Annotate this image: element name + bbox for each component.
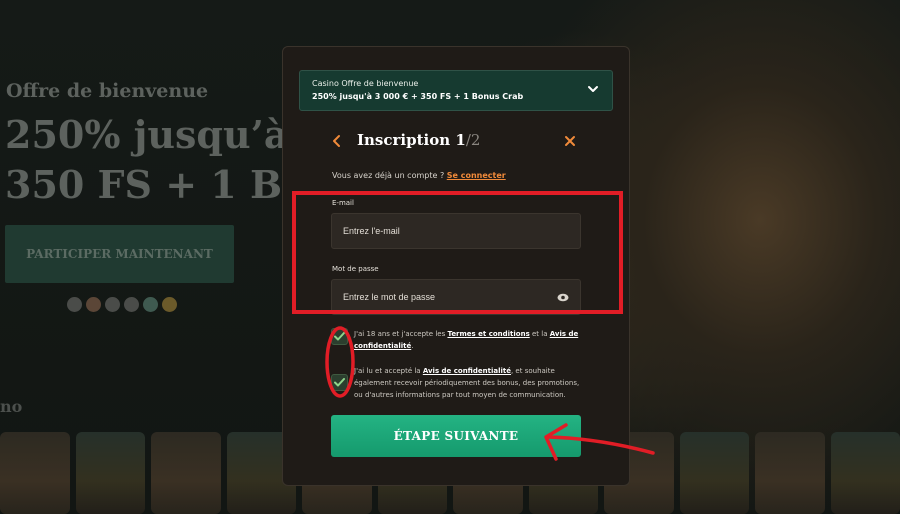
terms-text-part: et la bbox=[529, 330, 550, 338]
hero-subtitle: Offre de bienvenue bbox=[6, 80, 209, 102]
ethereum-icon bbox=[124, 297, 139, 312]
hero-title: 250% jusqu’à 3 350 FS + 1 Bon bbox=[5, 110, 295, 210]
participate-button[interactable]: PARTICIPER MAINTENANT bbox=[5, 225, 234, 283]
marketing-text: J'ai lu et accepté la Avis de confidenti… bbox=[354, 365, 586, 401]
payment-icons bbox=[67, 297, 177, 312]
mastercard-icon bbox=[86, 297, 101, 312]
chevron-down-icon[interactable] bbox=[586, 82, 600, 96]
visa-icon bbox=[67, 297, 82, 312]
game-tile[interactable] bbox=[679, 432, 749, 514]
game-tile[interactable] bbox=[75, 432, 145, 514]
tether-icon bbox=[143, 297, 158, 312]
marketing-checkbox[interactable] bbox=[331, 374, 348, 391]
form-title: Inscription 1/2 bbox=[357, 131, 480, 149]
terms-checkbox[interactable] bbox=[331, 328, 348, 345]
login-prompt: Vous avez déjà un compte ? Se connecter bbox=[332, 171, 506, 180]
checkmark-icon bbox=[334, 378, 345, 387]
coin-icon bbox=[162, 297, 177, 312]
section-label: no bbox=[0, 397, 23, 416]
terms-text-part: J'ai 18 ans et j'accepte les bbox=[354, 330, 448, 338]
terms-consent-row: J'ai 18 ans et j'accepte les Termes et c… bbox=[331, 328, 586, 352]
marketing-text-part: J'ai lu et accepté la bbox=[354, 367, 423, 375]
email-label: E-mail bbox=[332, 199, 354, 207]
terms-text-part: . bbox=[411, 342, 414, 350]
close-icon[interactable] bbox=[563, 134, 577, 148]
back-arrow-icon[interactable] bbox=[331, 134, 343, 148]
hero-title-line-2: 350 FS + 1 Bon bbox=[5, 162, 295, 207]
hero-title-line-1: 250% jusqu’à 3 bbox=[5, 112, 295, 157]
game-tile[interactable] bbox=[151, 432, 221, 514]
email-field[interactable] bbox=[343, 226, 569, 236]
bitcoin-icon bbox=[105, 297, 120, 312]
game-tile[interactable] bbox=[830, 432, 900, 514]
offer-value: 250% jusqu'à 3 000 € + 350 FS + 1 Bonus … bbox=[312, 92, 524, 101]
checkmark-icon bbox=[334, 332, 345, 341]
registration-modal: Casino Offre de bienvenue 250% jusqu'à 3… bbox=[282, 46, 630, 486]
terms-text: J'ai 18 ans et j'accepte les Termes et c… bbox=[354, 328, 586, 352]
form-header: Inscription 1/2 bbox=[331, 131, 581, 153]
marketing-consent-row: J'ai lu et accepté la Avis de confidenti… bbox=[331, 365, 586, 401]
step-total: /2 bbox=[465, 131, 481, 149]
game-tile[interactable] bbox=[0, 432, 70, 514]
password-label: Mot de passe bbox=[332, 265, 379, 273]
step-current: 1 bbox=[455, 131, 466, 149]
terms-link[interactable]: Termes et conditions bbox=[447, 330, 529, 338]
email-field-wrapper bbox=[331, 213, 581, 249]
password-field-wrapper bbox=[331, 279, 581, 315]
password-field[interactable] bbox=[343, 292, 557, 302]
privacy-link[interactable]: Avis de confidentialité bbox=[423, 367, 511, 375]
next-step-button[interactable]: ÉTAPE SUIVANTE bbox=[331, 415, 581, 457]
welcome-offer-banner[interactable]: Casino Offre de bienvenue 250% jusqu'à 3… bbox=[299, 70, 613, 111]
offer-title: Casino Offre de bienvenue bbox=[312, 79, 419, 88]
form-title-text: Inscription bbox=[357, 131, 451, 149]
login-prompt-text: Vous avez déjà un compte ? bbox=[332, 171, 445, 180]
eye-icon[interactable] bbox=[557, 293, 569, 302]
login-link[interactable]: Se connecter bbox=[447, 171, 506, 180]
game-tile[interactable] bbox=[755, 432, 825, 514]
